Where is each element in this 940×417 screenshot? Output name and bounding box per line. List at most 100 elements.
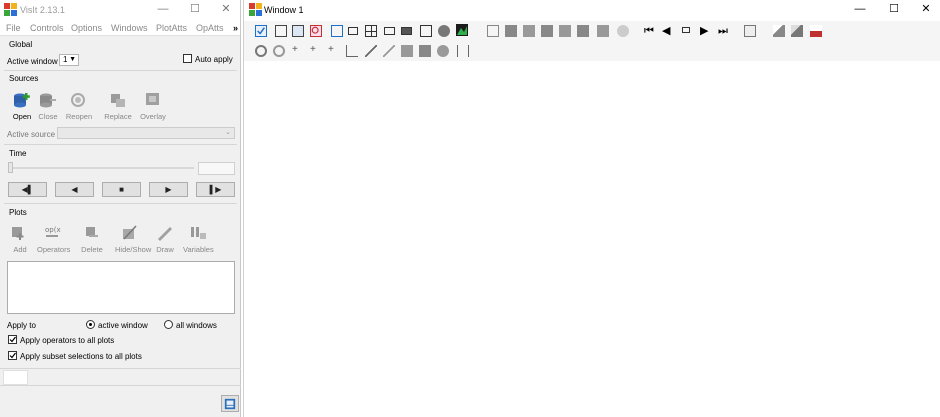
auto-apply-checkbox[interactable] bbox=[183, 54, 192, 63]
menu-options[interactable]: Options bbox=[71, 23, 102, 33]
time-forward-step-button[interactable]: ▌▶ bbox=[196, 182, 235, 197]
status-field bbox=[3, 370, 28, 385]
delete-plot-button[interactable]: Delete bbox=[77, 225, 107, 255]
variables-icon bbox=[191, 227, 206, 239]
active-source-select[interactable]: ⌄ bbox=[57, 127, 235, 139]
active-window-select[interactable]: 1 ▼ bbox=[59, 54, 79, 66]
overlay-button[interactable]: Overlay bbox=[138, 92, 168, 122]
line-tool-icon[interactable] bbox=[383, 45, 395, 57]
box-tool-icon[interactable] bbox=[419, 45, 431, 57]
add-window-icon[interactable] bbox=[275, 25, 287, 37]
viewer-toolbar-bottom: + + + bbox=[244, 41, 940, 61]
zoom-mode-icon[interactable] bbox=[273, 45, 285, 57]
separator bbox=[4, 70, 237, 71]
menu-controls[interactable]: Controls bbox=[30, 23, 64, 33]
view-front-icon[interactable] bbox=[487, 25, 499, 37]
overlay-database-icon bbox=[146, 93, 159, 105]
apply-to-active-window-radio[interactable] bbox=[86, 320, 95, 329]
axis-restriction-tool-icon[interactable] bbox=[457, 45, 469, 57]
layout-3x3-icon[interactable] bbox=[420, 25, 432, 37]
menu-opatts[interactable]: OpAtts bbox=[196, 23, 224, 33]
time-play-button[interactable]: ▶ bbox=[149, 182, 188, 197]
close-button[interactable]: ✕ bbox=[217, 2, 235, 16]
layout-2x4-icon[interactable] bbox=[401, 27, 412, 35]
active-window-label: Active window bbox=[7, 57, 58, 66]
separator bbox=[0, 368, 241, 369]
animation-stop-icon[interactable] bbox=[682, 27, 690, 33]
active-window-toggle-icon[interactable] bbox=[255, 25, 267, 37]
layout-1x2-icon[interactable] bbox=[348, 27, 358, 35]
menu-plotatts[interactable]: PlotAtts bbox=[156, 23, 187, 33]
close-source-button[interactable]: Close bbox=[33, 92, 63, 122]
gui-window-title: VisIt 2.13.1 bbox=[20, 5, 65, 15]
maximize-button[interactable]: ☐ bbox=[186, 2, 204, 16]
viewer-minimize-button[interactable]: — bbox=[851, 2, 869, 16]
sphere-tool-icon[interactable] bbox=[437, 45, 449, 57]
overlay-label: Overlay bbox=[140, 112, 166, 121]
plot-list[interactable] bbox=[7, 261, 235, 314]
operators-button[interactable]: op(x) Operators bbox=[37, 225, 70, 255]
auto-apply-label: Auto apply bbox=[195, 55, 233, 64]
active-source-label: Active source bbox=[7, 130, 56, 139]
time-reverse-step-button[interactable]: ◀▌ bbox=[8, 182, 47, 197]
point-tool-icon[interactable] bbox=[365, 45, 377, 57]
zone-pick-icon[interactable]: + bbox=[292, 44, 304, 56]
notepad-icon bbox=[224, 398, 236, 410]
clone-window-icon[interactable] bbox=[292, 25, 304, 37]
animation-first-frame-icon[interactable]: ⏮ bbox=[644, 25, 656, 37]
node-pick-icon[interactable]: + bbox=[310, 44, 322, 56]
time-slider-track[interactable] bbox=[10, 167, 194, 169]
time-reverse-play-button[interactable]: ◀ bbox=[55, 182, 94, 197]
replace-button[interactable]: Replace bbox=[103, 92, 133, 122]
view-top-icon[interactable] bbox=[559, 25, 571, 37]
minimize-button[interactable]: — bbox=[154, 2, 172, 16]
navigate-mode-icon[interactable] bbox=[255, 45, 267, 57]
variables-button[interactable]: Variables bbox=[183, 225, 214, 255]
spreadsheet-pick-icon[interactable]: + bbox=[328, 44, 340, 56]
viewer-close-button[interactable]: ✕ bbox=[917, 2, 935, 16]
layout-2x3-icon[interactable] bbox=[384, 27, 395, 35]
view-left-icon[interactable] bbox=[523, 25, 535, 37]
draw-brush-icon bbox=[158, 227, 172, 241]
clear-plots-icon[interactable] bbox=[810, 25, 822, 37]
menu-overflow-icon[interactable]: » bbox=[233, 23, 238, 33]
visit-app-icon bbox=[249, 3, 262, 16]
notepad-toggle-button[interactable] bbox=[221, 395, 239, 412]
time-slider-handle[interactable] bbox=[8, 162, 13, 173]
hide-show-icon bbox=[123, 225, 137, 240]
lock-view-icon[interactable] bbox=[744, 25, 756, 37]
view-iso-icon[interactable] bbox=[597, 25, 609, 37]
menu-windows[interactable]: Windows bbox=[111, 23, 148, 33]
add-plot-button[interactable]: Add bbox=[5, 225, 35, 255]
checkmark-icon bbox=[9, 352, 16, 359]
clear-pick-icon[interactable] bbox=[773, 25, 785, 37]
view-bottom-icon[interactable] bbox=[577, 25, 589, 37]
layout-2x2-icon[interactable] bbox=[365, 25, 377, 37]
delete-window-icon[interactable] bbox=[310, 25, 322, 37]
view-reset-icon[interactable] bbox=[617, 25, 629, 37]
hide-show-button[interactable]: Hide/Show bbox=[115, 225, 151, 255]
time-stop-button[interactable]: ■ bbox=[102, 182, 141, 197]
reopen-button[interactable]: Reopen bbox=[64, 92, 94, 122]
apply-to-all-windows-radio[interactable] bbox=[164, 320, 173, 329]
invert-background-icon[interactable] bbox=[456, 24, 468, 36]
apply-operators-checkbox[interactable] bbox=[8, 335, 17, 344]
visit-app-icon bbox=[4, 3, 17, 16]
menu-file[interactable]: File bbox=[6, 23, 21, 33]
lineout-icon[interactable] bbox=[346, 45, 358, 57]
layout-1x1-icon[interactable] bbox=[331, 25, 343, 37]
animation-reverse-icon[interactable]: ◀ bbox=[662, 25, 674, 37]
time-state-field[interactable] bbox=[198, 162, 235, 175]
viewer-maximize-button[interactable]: ☐ bbox=[885, 2, 903, 16]
clear-reference-icon[interactable] bbox=[791, 25, 803, 37]
render-area[interactable] bbox=[244, 61, 940, 417]
view-right-icon[interactable] bbox=[541, 25, 553, 37]
spin-mode-icon[interactable] bbox=[438, 25, 450, 37]
animation-last-frame-icon[interactable]: ⏭ bbox=[718, 25, 730, 37]
separator bbox=[0, 385, 241, 386]
draw-button[interactable]: Draw bbox=[150, 225, 180, 255]
view-back-icon[interactable] bbox=[505, 25, 517, 37]
plane-tool-icon[interactable] bbox=[401, 45, 413, 57]
animation-play-icon[interactable]: ▶ bbox=[700, 25, 712, 37]
apply-subset-checkbox[interactable] bbox=[8, 351, 17, 360]
